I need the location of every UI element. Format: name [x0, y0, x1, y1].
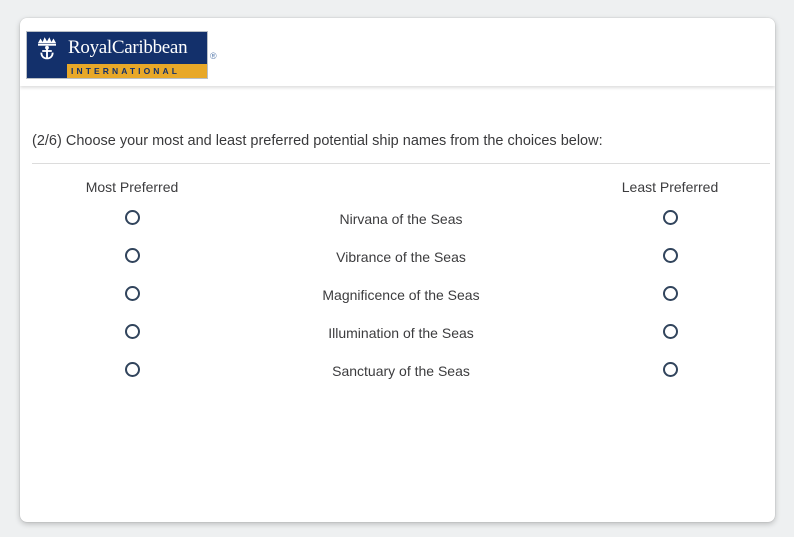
choice-label-option-1: Nirvana of the Seas	[232, 211, 570, 227]
radio-least-preferred-option-1[interactable]	[663, 210, 678, 225]
least-preferred-cell	[570, 362, 770, 380]
choice-label-option-4: Illumination of the Seas	[232, 325, 570, 341]
survey-card: RoyalCaribbean INTERNATIONAL ® (2/6) Cho…	[20, 18, 775, 522]
most-preferred-cell	[32, 248, 232, 266]
column-header-least-preferred: Least Preferred	[570, 179, 770, 195]
logo-subtitle: INTERNATIONAL	[67, 66, 180, 76]
radio-most-preferred-option-2[interactable]	[125, 248, 140, 263]
radio-most-preferred-option-3[interactable]	[125, 286, 140, 301]
crown-and-anchor-icon	[27, 32, 67, 64]
most-preferred-cell	[32, 324, 232, 342]
radio-most-preferred-option-4[interactable]	[125, 324, 140, 339]
choice-row: Magnificence of the Seas	[32, 276, 770, 314]
choice-row: Illumination of the Seas	[32, 314, 770, 352]
card-header: RoyalCaribbean INTERNATIONAL ®	[20, 18, 775, 86]
choice-row: Vibrance of the Seas	[32, 238, 770, 276]
least-preferred-cell	[570, 324, 770, 342]
radio-least-preferred-option-5[interactable]	[663, 362, 678, 377]
question-area: (2/6) Choose your most and least preferr…	[20, 86, 775, 522]
most-preferred-cell	[32, 210, 232, 228]
least-preferred-cell	[570, 210, 770, 228]
radio-most-preferred-option-1[interactable]	[125, 210, 140, 225]
least-preferred-cell	[570, 286, 770, 304]
logo-top-band: RoyalCaribbean	[27, 32, 207, 64]
radio-most-preferred-option-5[interactable]	[125, 362, 140, 377]
choice-label-option-3: Magnificence of the Seas	[232, 287, 570, 303]
choice-grid-header: Most Preferred Least Preferred	[32, 174, 770, 200]
choice-row: Sanctuary of the Seas	[32, 352, 770, 390]
question-divider	[32, 163, 770, 164]
choice-label-option-5: Sanctuary of the Seas	[232, 363, 570, 379]
radio-least-preferred-option-2[interactable]	[663, 248, 678, 263]
radio-least-preferred-option-3[interactable]	[663, 286, 678, 301]
logo-bottom-band: INTERNATIONAL	[27, 64, 207, 78]
question-prompt: (2/6) Choose your most and least preferr…	[32, 133, 603, 149]
registered-trademark-icon: ®	[210, 51, 217, 61]
logo-wordmark: RoyalCaribbean	[67, 37, 187, 59]
radio-least-preferred-option-4[interactable]	[663, 324, 678, 339]
logo-band-spacer	[27, 64, 67, 78]
choice-row: Nirvana of the Seas	[32, 200, 770, 238]
least-preferred-cell	[570, 248, 770, 266]
most-preferred-cell	[32, 286, 232, 304]
royal-caribbean-logo: RoyalCaribbean INTERNATIONAL	[27, 32, 207, 78]
choice-label-option-2: Vibrance of the Seas	[232, 249, 570, 265]
column-header-most-preferred: Most Preferred	[32, 179, 232, 195]
most-preferred-cell	[32, 362, 232, 380]
choice-grid: Most Preferred Least Preferred Nirvana o…	[32, 174, 770, 390]
